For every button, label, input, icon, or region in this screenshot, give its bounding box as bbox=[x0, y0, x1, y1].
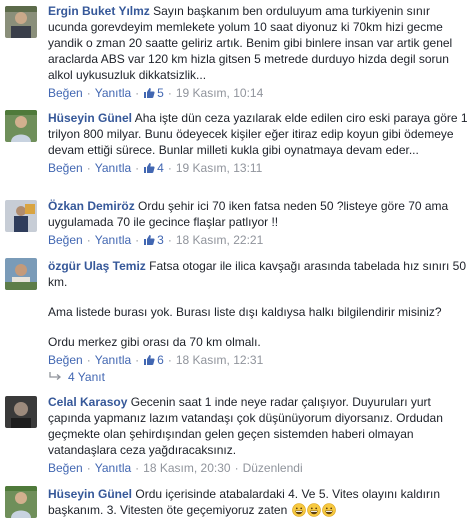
like-thumb-icon bbox=[144, 355, 155, 365]
like-thumb-icon bbox=[144, 163, 155, 173]
separator: · bbox=[86, 233, 91, 247]
reply-button[interactable]: Yanıtla bbox=[95, 160, 131, 176]
comment-actions: Beğen · Yanıtla · 4 · 19 Kasım, 13:11 bbox=[48, 160, 468, 176]
separator: · bbox=[135, 161, 140, 175]
timestamp[interactable]: 18 Kasım, 22:21 bbox=[176, 232, 263, 248]
view-replies-link[interactable]: 4 Yanıt bbox=[48, 369, 105, 385]
avatar[interactable] bbox=[5, 110, 37, 142]
replies-count: 4 Yanıt bbox=[68, 370, 105, 384]
comment-author[interactable]: Ergin Buket Yılmz bbox=[48, 4, 150, 18]
comment-paragraph: özgür Ulaş Temiz Fatsa otogar ile ilica … bbox=[48, 258, 468, 290]
comment-author[interactable]: özgür Ulaş Temiz bbox=[48, 259, 146, 273]
like-count[interactable]: 4 bbox=[143, 160, 164, 176]
reply-button[interactable]: Yanıtla bbox=[95, 460, 131, 476]
comment-author[interactable]: Hüseyin Günel bbox=[48, 487, 132, 501]
avatar[interactable] bbox=[5, 486, 37, 518]
timestamp[interactable]: 19 Kasım, 13:11 bbox=[176, 160, 263, 176]
like-button[interactable]: Beğen bbox=[48, 232, 83, 248]
avatar[interactable] bbox=[5, 200, 37, 232]
timestamp[interactable]: 19 Kasım, 10:14 bbox=[176, 85, 263, 101]
comment-text: Celal Karasoy Gecenin saat 1 inde neye r… bbox=[48, 394, 468, 458]
separator: · bbox=[167, 161, 172, 175]
timestamp[interactable]: 18 Kasım, 20:30 bbox=[143, 460, 230, 476]
like-count[interactable]: 3 bbox=[143, 232, 164, 248]
like-count-value: 4 bbox=[157, 161, 164, 175]
comment-author[interactable]: Celal Karasoy bbox=[48, 395, 127, 409]
edited-label[interactable]: Düzenlendi bbox=[243, 460, 303, 476]
comment-actions: Beğen · Yanıtla · 3 · 18 Kasım, 22:21 bbox=[48, 232, 468, 248]
like-button[interactable]: Beğen bbox=[48, 85, 83, 101]
comment-paragraph: Ama listede burası yok. Burası liste dış… bbox=[48, 305, 442, 319]
comment-text: Özkan Demiröz Ordu şehir ici 70 iken fat… bbox=[48, 198, 468, 230]
separator: · bbox=[86, 161, 91, 175]
comment-text: Hüseyin Günel Aha işte dün ceza yazılara… bbox=[48, 110, 468, 158]
reply-arrow-icon bbox=[49, 372, 62, 380]
timestamp[interactable]: 18 Kasım, 12:31 bbox=[176, 352, 263, 368]
reply-button[interactable]: Yanıtla bbox=[95, 85, 131, 101]
like-thumb-icon bbox=[144, 235, 155, 245]
comment-author[interactable]: Özkan Demiröz bbox=[48, 199, 135, 213]
avatar[interactable] bbox=[5, 6, 37, 38]
separator: · bbox=[167, 233, 172, 247]
like-button[interactable]: Beğen bbox=[48, 160, 83, 176]
grinning-emoji-icon bbox=[291, 503, 306, 517]
separator: · bbox=[86, 461, 91, 475]
reply-button[interactable]: Yanıtla bbox=[95, 232, 131, 248]
like-button[interactable]: Beğen bbox=[48, 460, 83, 476]
separator: · bbox=[135, 86, 140, 100]
comment-text: özgür Ulaş Temiz Fatsa otogar ile ilica … bbox=[48, 258, 468, 350]
comment-actions: Beğen · Yanıtla · 6 · 18 Kasım, 12:31 bbox=[48, 352, 468, 368]
like-button[interactable]: Beğen bbox=[48, 352, 83, 368]
grinning-emoji-icon bbox=[321, 503, 336, 517]
avatar[interactable] bbox=[5, 258, 37, 290]
separator: · bbox=[167, 353, 172, 367]
like-count[interactable]: 6 bbox=[143, 352, 164, 368]
comment-paragraph: Ordu merkez gibi orası da 70 km olmalı. bbox=[48, 335, 261, 349]
separator: · bbox=[135, 233, 140, 247]
comment-actions: Beğen · Yanıtla · 18 Kasım, 20:30 · Düze… bbox=[48, 460, 468, 476]
avatar[interactable] bbox=[5, 396, 37, 428]
like-thumb-icon bbox=[144, 88, 155, 98]
comment-text: Hüseyin Günel Ordu içerisinde atabalarda… bbox=[48, 486, 468, 518]
separator: · bbox=[234, 461, 239, 475]
comment-text: Ergin Buket Yılmz Sayın başkanım ben ord… bbox=[48, 3, 468, 83]
separator: · bbox=[86, 353, 91, 367]
reply-button[interactable]: Yanıtla bbox=[95, 352, 131, 368]
like-count[interactable]: 5 bbox=[143, 85, 164, 101]
like-count-value: 6 bbox=[157, 353, 164, 367]
comment-actions: Beğen · Yanıtla · 5 · 19 Kasım, 10:14 bbox=[48, 85, 468, 101]
separator: · bbox=[167, 86, 172, 100]
separator: · bbox=[86, 86, 91, 100]
comment-author[interactable]: Hüseyin Günel bbox=[48, 111, 132, 125]
like-count-value: 3 bbox=[157, 233, 164, 247]
separator: · bbox=[135, 353, 140, 367]
like-count-value: 5 bbox=[157, 86, 164, 100]
separator: · bbox=[135, 461, 140, 475]
grinning-emoji-icon bbox=[306, 503, 321, 517]
